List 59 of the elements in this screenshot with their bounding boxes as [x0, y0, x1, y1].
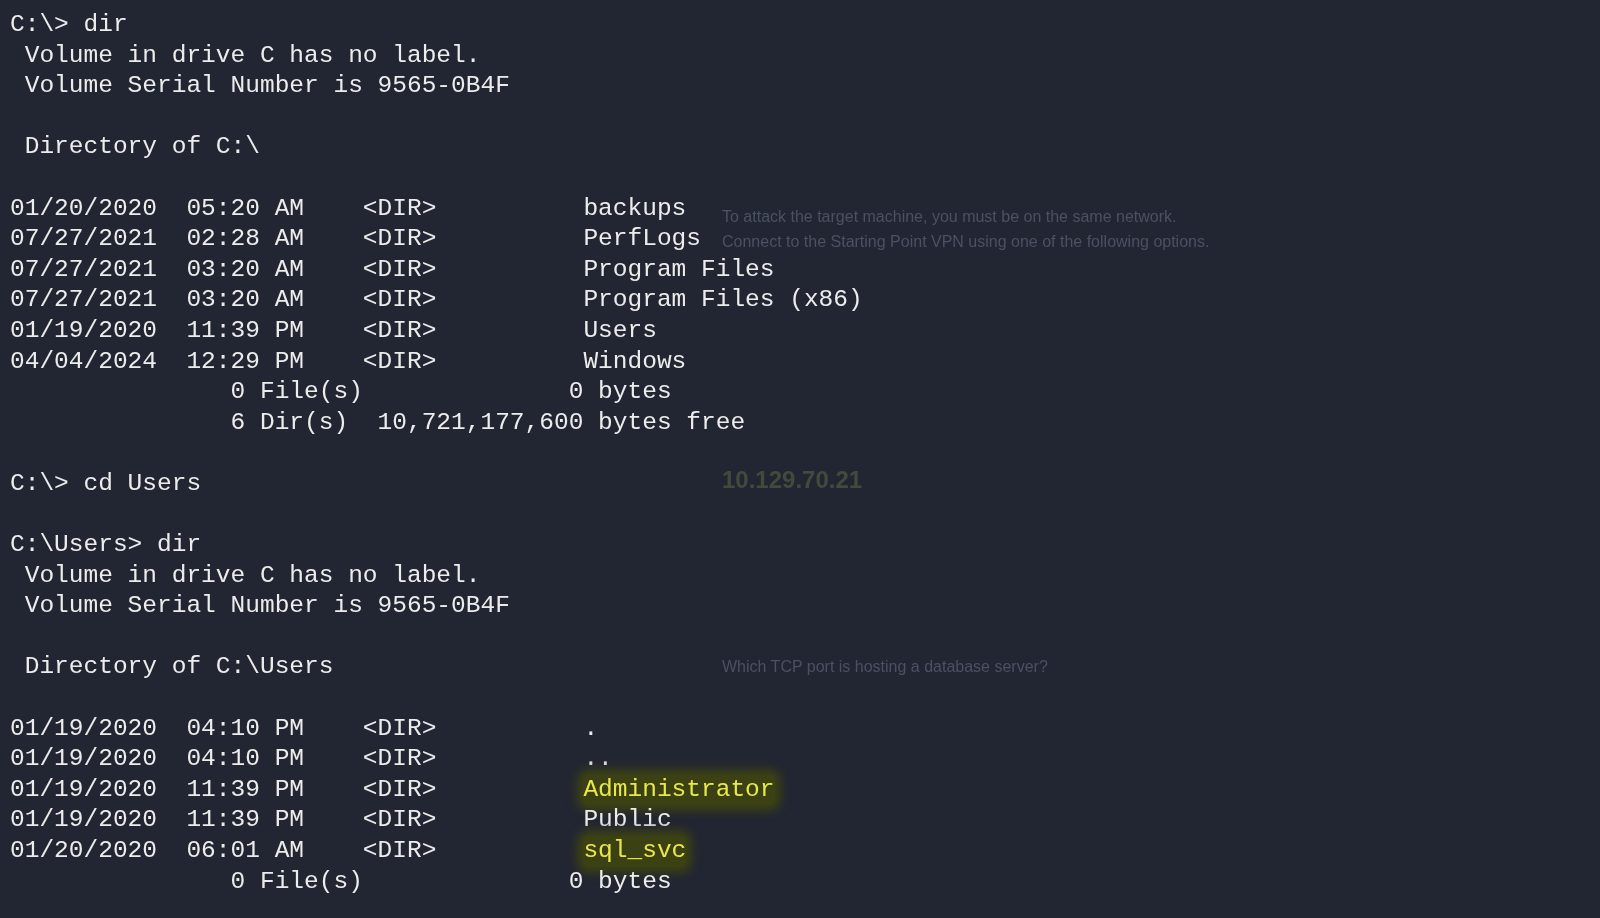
entry-date: 07/27/2021 [10, 255, 158, 283]
entry-type: <DIR> [362, 806, 437, 834]
entry-name: Program Files [583, 254, 775, 285]
entry-date: 01/19/2020 [10, 316, 158, 344]
entry-type: <DIR> [362, 714, 437, 742]
entry-type: <DIR> [362, 775, 437, 803]
entry-name: backups [583, 193, 687, 224]
entry-date: 01/19/2020 [10, 806, 158, 834]
entry-name: Windows [583, 346, 687, 377]
entry-time: 04:10 PM [186, 745, 305, 773]
entry-type: <DIR> [362, 286, 437, 314]
entry-time: 11:39 PM [186, 775, 305, 803]
entry-date: 01/19/2020 [10, 714, 158, 742]
entry-type: <DIR> [362, 316, 437, 344]
entry-type: <DIR> [362, 745, 437, 773]
entry-time: 05:20 AM [186, 194, 305, 222]
entry-time: 06:01 AM [186, 837, 305, 865]
entry-time: 11:39 PM [186, 806, 305, 834]
entry-name: Public [583, 805, 672, 836]
summary-count: 0 File(s) [230, 866, 363, 897]
summary-count: 6 Dir(s) [230, 407, 350, 438]
summary-size: 10,721,177,600 bytes free [377, 407, 746, 438]
entry-name: . [583, 713, 599, 744]
entry-name: .. [583, 744, 613, 775]
entry-type: <DIR> [362, 255, 437, 283]
entry-time: 02:28 AM [186, 225, 305, 253]
output-line: Volume Serial Number is 9565-0B4F [23, 71, 510, 102]
entry-name: Users [583, 315, 657, 346]
entry-date: 07/27/2021 [10, 286, 158, 314]
entry-type: <DIR> [362, 194, 437, 222]
summary-count: 0 File(s) [230, 377, 363, 408]
entry-date: 04/04/2024 [10, 347, 158, 375]
command-line: C:\Users> dir [10, 530, 202, 561]
output-line: Volume Serial Number is 9565-0B4F [23, 591, 510, 622]
output-line: Volume in drive C has no label. [23, 560, 481, 591]
entry-date: 01/20/2020 [10, 837, 158, 865]
entry-time: 03:20 AM [186, 255, 305, 283]
entry-name: Administrator [583, 774, 775, 806]
entry-name: PerfLogs [583, 224, 701, 255]
entry-name: sql_svc [583, 836, 687, 867]
entry-type: <DIR> [362, 347, 437, 375]
entry-type: <DIR> [362, 225, 437, 253]
summary-size: 0 bytes [568, 866, 672, 897]
output-line: Directory of C:\ [23, 132, 260, 163]
entry-date: 01/20/2020 [10, 194, 158, 222]
command-line: C:\> dir [10, 10, 128, 40]
entry-date: 01/19/2020 [10, 775, 158, 803]
summary-size: 0 bytes [568, 377, 672, 408]
entry-time: 11:39 PM [186, 316, 305, 344]
entry-time: 03:20 AM [186, 286, 305, 314]
entry-date: 07/27/2021 [10, 225, 158, 253]
output-line: Directory of C:\Users [23, 652, 334, 683]
command-line: C:\> cd Users [10, 468, 202, 499]
entry-date: 01/19/2020 [10, 745, 158, 773]
entry-type: <DIR> [362, 837, 437, 865]
entry-name: Program Files (x86) [583, 285, 863, 316]
entry-time: 12:29 PM [186, 347, 305, 375]
entry-time: 04:10 PM [186, 714, 305, 742]
output-line: Volume in drive C has no label. [23, 40, 481, 71]
